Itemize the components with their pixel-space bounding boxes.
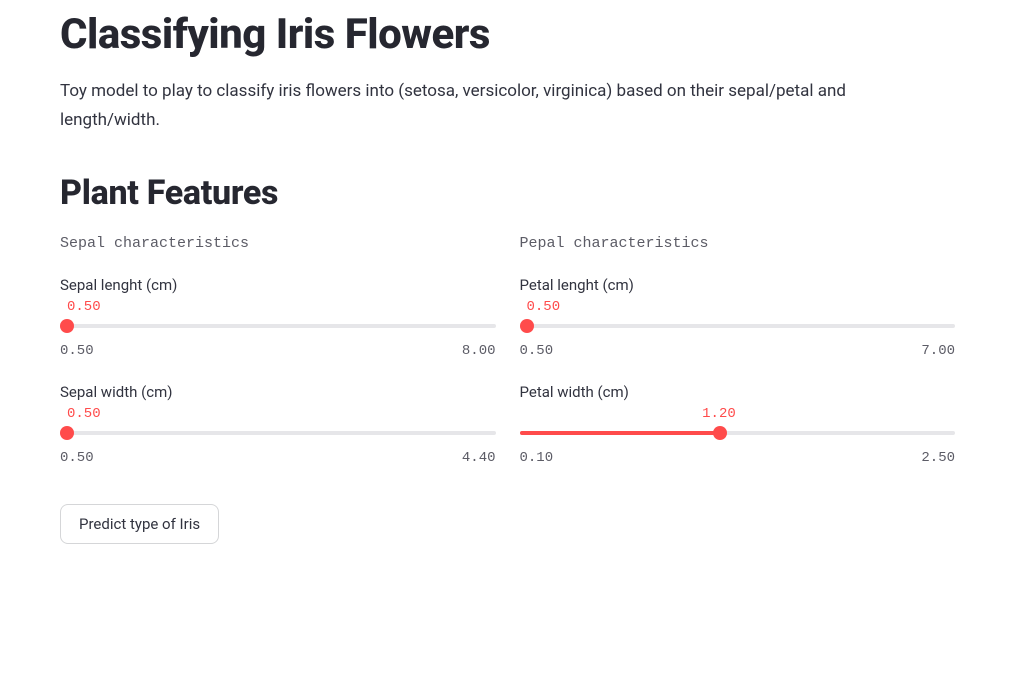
sepal-group-label: Sepal characteristics <box>60 235 496 252</box>
sepal-length-value: 0.50 <box>60 299 496 317</box>
petal-width-slider[interactable] <box>520 426 956 440</box>
petal-length-slider[interactable] <box>520 319 956 333</box>
petal-length-label: Petal lenght (cm) <box>520 276 956 294</box>
petal-width-field: Petal width (cm) 1.20 0.10 2.50 <box>520 383 956 466</box>
app-root: Classifying Iris Flowers Toy model to pl… <box>0 0 1015 574</box>
predict-button[interactable]: Predict type of Iris <box>60 504 219 544</box>
feature-columns: Sepal characteristics Sepal lenght (cm) … <box>60 235 955 490</box>
sepal-width-label: Sepal width (cm) <box>60 383 496 401</box>
page-title: Classifying Iris Flowers <box>60 10 955 59</box>
slider-track <box>520 324 956 328</box>
max-label: 8.00 <box>462 343 496 359</box>
slider-thumb[interactable] <box>713 426 727 440</box>
page-description: Toy model to play to classify iris flowe… <box>60 77 890 135</box>
min-label: 0.50 <box>520 343 554 359</box>
section-title: Plant Features <box>60 173 955 213</box>
max-label: 2.50 <box>921 450 955 466</box>
slider-thumb[interactable] <box>60 426 74 440</box>
petal-width-range: 0.10 2.50 <box>520 450 956 466</box>
sepal-length-range: 0.50 8.00 <box>60 343 496 359</box>
max-label: 4.40 <box>462 450 496 466</box>
slider-track <box>60 324 496 328</box>
petal-width-value: 1.20 <box>520 406 956 424</box>
sepal-width-range: 0.50 4.40 <box>60 450 496 466</box>
sepal-width-slider[interactable] <box>60 426 496 440</box>
slider-fill <box>520 431 719 435</box>
sepal-length-label: Sepal lenght (cm) <box>60 276 496 294</box>
sepal-width-field: Sepal width (cm) 0.50 0.50 4.40 <box>60 383 496 466</box>
petal-length-field: Petal lenght (cm) 0.50 0.50 7.00 <box>520 276 956 359</box>
petal-group-label: Pepal characteristics <box>520 235 956 252</box>
petal-width-label: Petal width (cm) <box>520 383 956 401</box>
min-label: 0.10 <box>520 450 554 466</box>
petal-length-range: 0.50 7.00 <box>520 343 956 359</box>
sepal-length-field: Sepal lenght (cm) 0.50 0.50 8.00 <box>60 276 496 359</box>
max-label: 7.00 <box>921 343 955 359</box>
sepal-column: Sepal characteristics Sepal lenght (cm) … <box>60 235 496 490</box>
sepal-length-slider[interactable] <box>60 319 496 333</box>
min-label: 0.50 <box>60 450 94 466</box>
petal-length-value: 0.50 <box>520 299 956 317</box>
slider-thumb[interactable] <box>520 319 534 333</box>
petal-column: Pepal characteristics Petal lenght (cm) … <box>520 235 956 490</box>
min-label: 0.50 <box>60 343 94 359</box>
sepal-width-value: 0.50 <box>60 406 496 424</box>
slider-track <box>60 431 496 435</box>
slider-thumb[interactable] <box>60 319 74 333</box>
